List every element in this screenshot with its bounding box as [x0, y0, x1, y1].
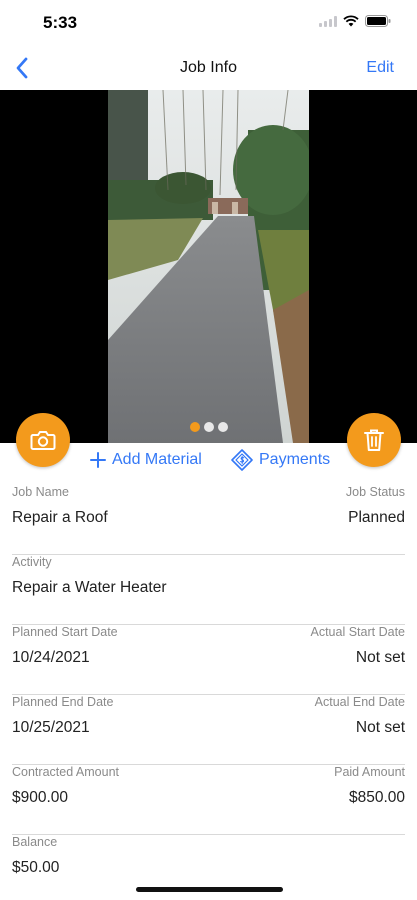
planned-start-label: Planned Start Date	[12, 625, 118, 639]
camera-icon	[30, 431, 56, 450]
balance-label: Balance	[12, 835, 58, 849]
payments-button[interactable]: Payments	[231, 449, 330, 471]
paid-amount-value: $850.00	[348, 789, 405, 806]
planned-end-value: 10/25/2021	[12, 719, 90, 736]
job-name-row: Job Name Repair a Roof Job Status Planne…	[12, 485, 405, 555]
planned-start-value: 10/24/2021	[12, 649, 90, 666]
activity-row: Activity Repair a Water Heater	[12, 555, 405, 625]
activity-label: Activity	[12, 555, 52, 569]
payments-label: Payments	[259, 451, 331, 468]
job-name-value: Repair a Roof	[12, 509, 108, 526]
amount-row: Contracted Amount $900.00 Paid Amount $8…	[12, 765, 405, 835]
edit-button[interactable]: Edit	[366, 59, 394, 77]
page-dot[interactable]	[217, 422, 228, 432]
battery-icon	[365, 15, 391, 27]
actual-end-value: Not set	[355, 719, 405, 736]
activity-value: Repair a Water Heater	[12, 579, 167, 596]
cellular-signal-icon	[319, 15, 337, 27]
job-status-label: Job Status	[345, 485, 405, 499]
add-material-label: Add Material	[112, 451, 202, 468]
status-icons	[319, 15, 391, 27]
wifi-icon	[343, 15, 359, 27]
plus-icon	[90, 452, 106, 468]
page-dot[interactable]	[203, 422, 214, 432]
navigation-bar: Job Info Edit	[0, 46, 417, 90]
add-material-button[interactable]: Add Material	[90, 451, 202, 469]
action-links: Add Material Payments	[0, 449, 417, 475]
page-dot[interactable]	[189, 422, 200, 432]
home-indicator[interactable]	[136, 887, 283, 892]
actual-start-label: Actual Start Date	[310, 625, 406, 639]
job-name-label: Job Name	[12, 485, 69, 499]
actual-end-label: Actual End Date	[314, 695, 405, 709]
end-date-row: Planned End Date 10/25/2021 Actual End D…	[12, 695, 405, 765]
actual-start-value: Not set	[355, 649, 405, 666]
status-bar: 5:33	[0, 0, 417, 46]
status-time: 5:33	[43, 13, 78, 32]
job-photo	[108, 90, 309, 443]
photo-carousel[interactable]	[0, 90, 417, 443]
start-date-row: Planned Start Date 10/24/2021 Actual Sta…	[12, 625, 405, 695]
planned-end-label: Planned End Date	[12, 695, 114, 709]
contracted-amount-label: Contracted Amount	[12, 765, 120, 779]
contracted-amount-value: $900.00	[12, 789, 69, 806]
job-status-value: Planned	[348, 509, 405, 526]
balance-value: $50.00	[12, 859, 60, 876]
money-bill-icon	[231, 449, 253, 471]
page-title: Job Info	[180, 59, 237, 76]
paid-amount-label: Paid Amount	[334, 765, 405, 779]
